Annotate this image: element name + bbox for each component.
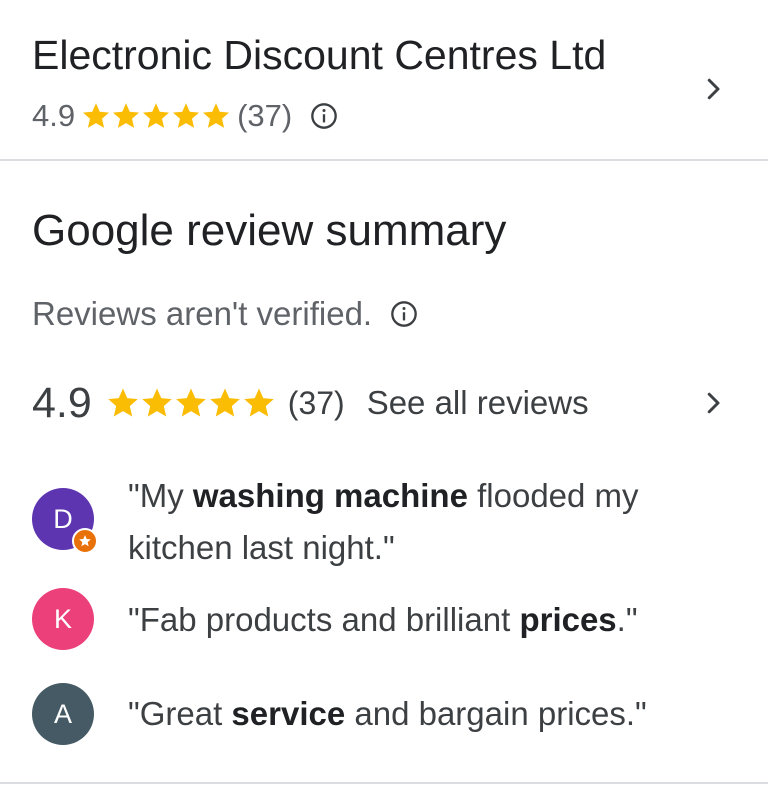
review-snippet[interactable]: "My washing machine flooded my kitchen l… — [128, 470, 728, 574]
divider — [0, 159, 768, 161]
summary-rating-row[interactable]: 4.9 (37) See all reviews — [32, 378, 732, 428]
avatar: D — [32, 488, 98, 554]
highlighted-phrase: service — [231, 695, 346, 732]
summary-title: Google review summary — [32, 206, 507, 255]
star-icon — [176, 388, 206, 417]
highlighted-phrase: prices — [519, 601, 617, 638]
highlighted-phrase: washing machine — [192, 477, 468, 514]
info-icon[interactable] — [310, 102, 338, 130]
star-icon — [210, 388, 240, 417]
see-all-reviews-link[interactable]: See all reviews — [367, 384, 589, 422]
summary-review-count: (37) — [287, 384, 345, 421]
star-icon — [203, 103, 230, 128]
star-icon — [173, 103, 200, 128]
disclaimer-text: Reviews aren't verified. — [32, 295, 373, 332]
place-name: Electronic Discount Centres Ltd — [32, 32, 607, 78]
place-rating-value: 4.9 — [32, 98, 76, 133]
chevron-right-icon[interactable] — [698, 388, 728, 418]
place-review-count: (37) — [237, 98, 293, 133]
place-rating-stars — [81, 101, 231, 131]
avatar: A — [32, 683, 94, 745]
star-icon — [113, 103, 140, 128]
quote-text: and bargain prices." — [345, 695, 647, 732]
review-snippet[interactable]: "Fab products and brilliant prices." — [128, 594, 728, 646]
review-snippet[interactable]: "Great service and bargain prices." — [128, 688, 728, 740]
star-icon — [143, 103, 170, 128]
star-icon — [142, 388, 172, 417]
place-rating-row: 4.9 (37) — [32, 96, 338, 136]
quote-text: "My — [128, 477, 193, 514]
avatar-initial: D — [53, 503, 73, 534]
avatar-initial: K — [53, 603, 72, 634]
quote-text: "Great — [128, 695, 232, 732]
info-icon[interactable] — [390, 300, 418, 328]
star-icon — [108, 388, 138, 417]
disclaimer-row: Reviews aren't verified. — [32, 294, 418, 334]
quote-text: "Fab products and brilliant — [128, 601, 520, 638]
place-header[interactable]: Electronic Discount Centres Ltd 4.9 (37) — [0, 0, 768, 160]
avatar: K — [32, 588, 94, 650]
summary-rating-value: 4.9 — [32, 378, 92, 427]
star-icon — [83, 103, 110, 128]
summary-rating-stars — [106, 386, 276, 420]
divider — [0, 782, 768, 784]
local-guide-star-icon — [72, 528, 98, 554]
quote-text: ." — [616, 601, 638, 638]
avatar-initial: A — [53, 698, 72, 729]
star-icon — [244, 388, 274, 417]
chevron-right-icon[interactable] — [698, 74, 728, 104]
